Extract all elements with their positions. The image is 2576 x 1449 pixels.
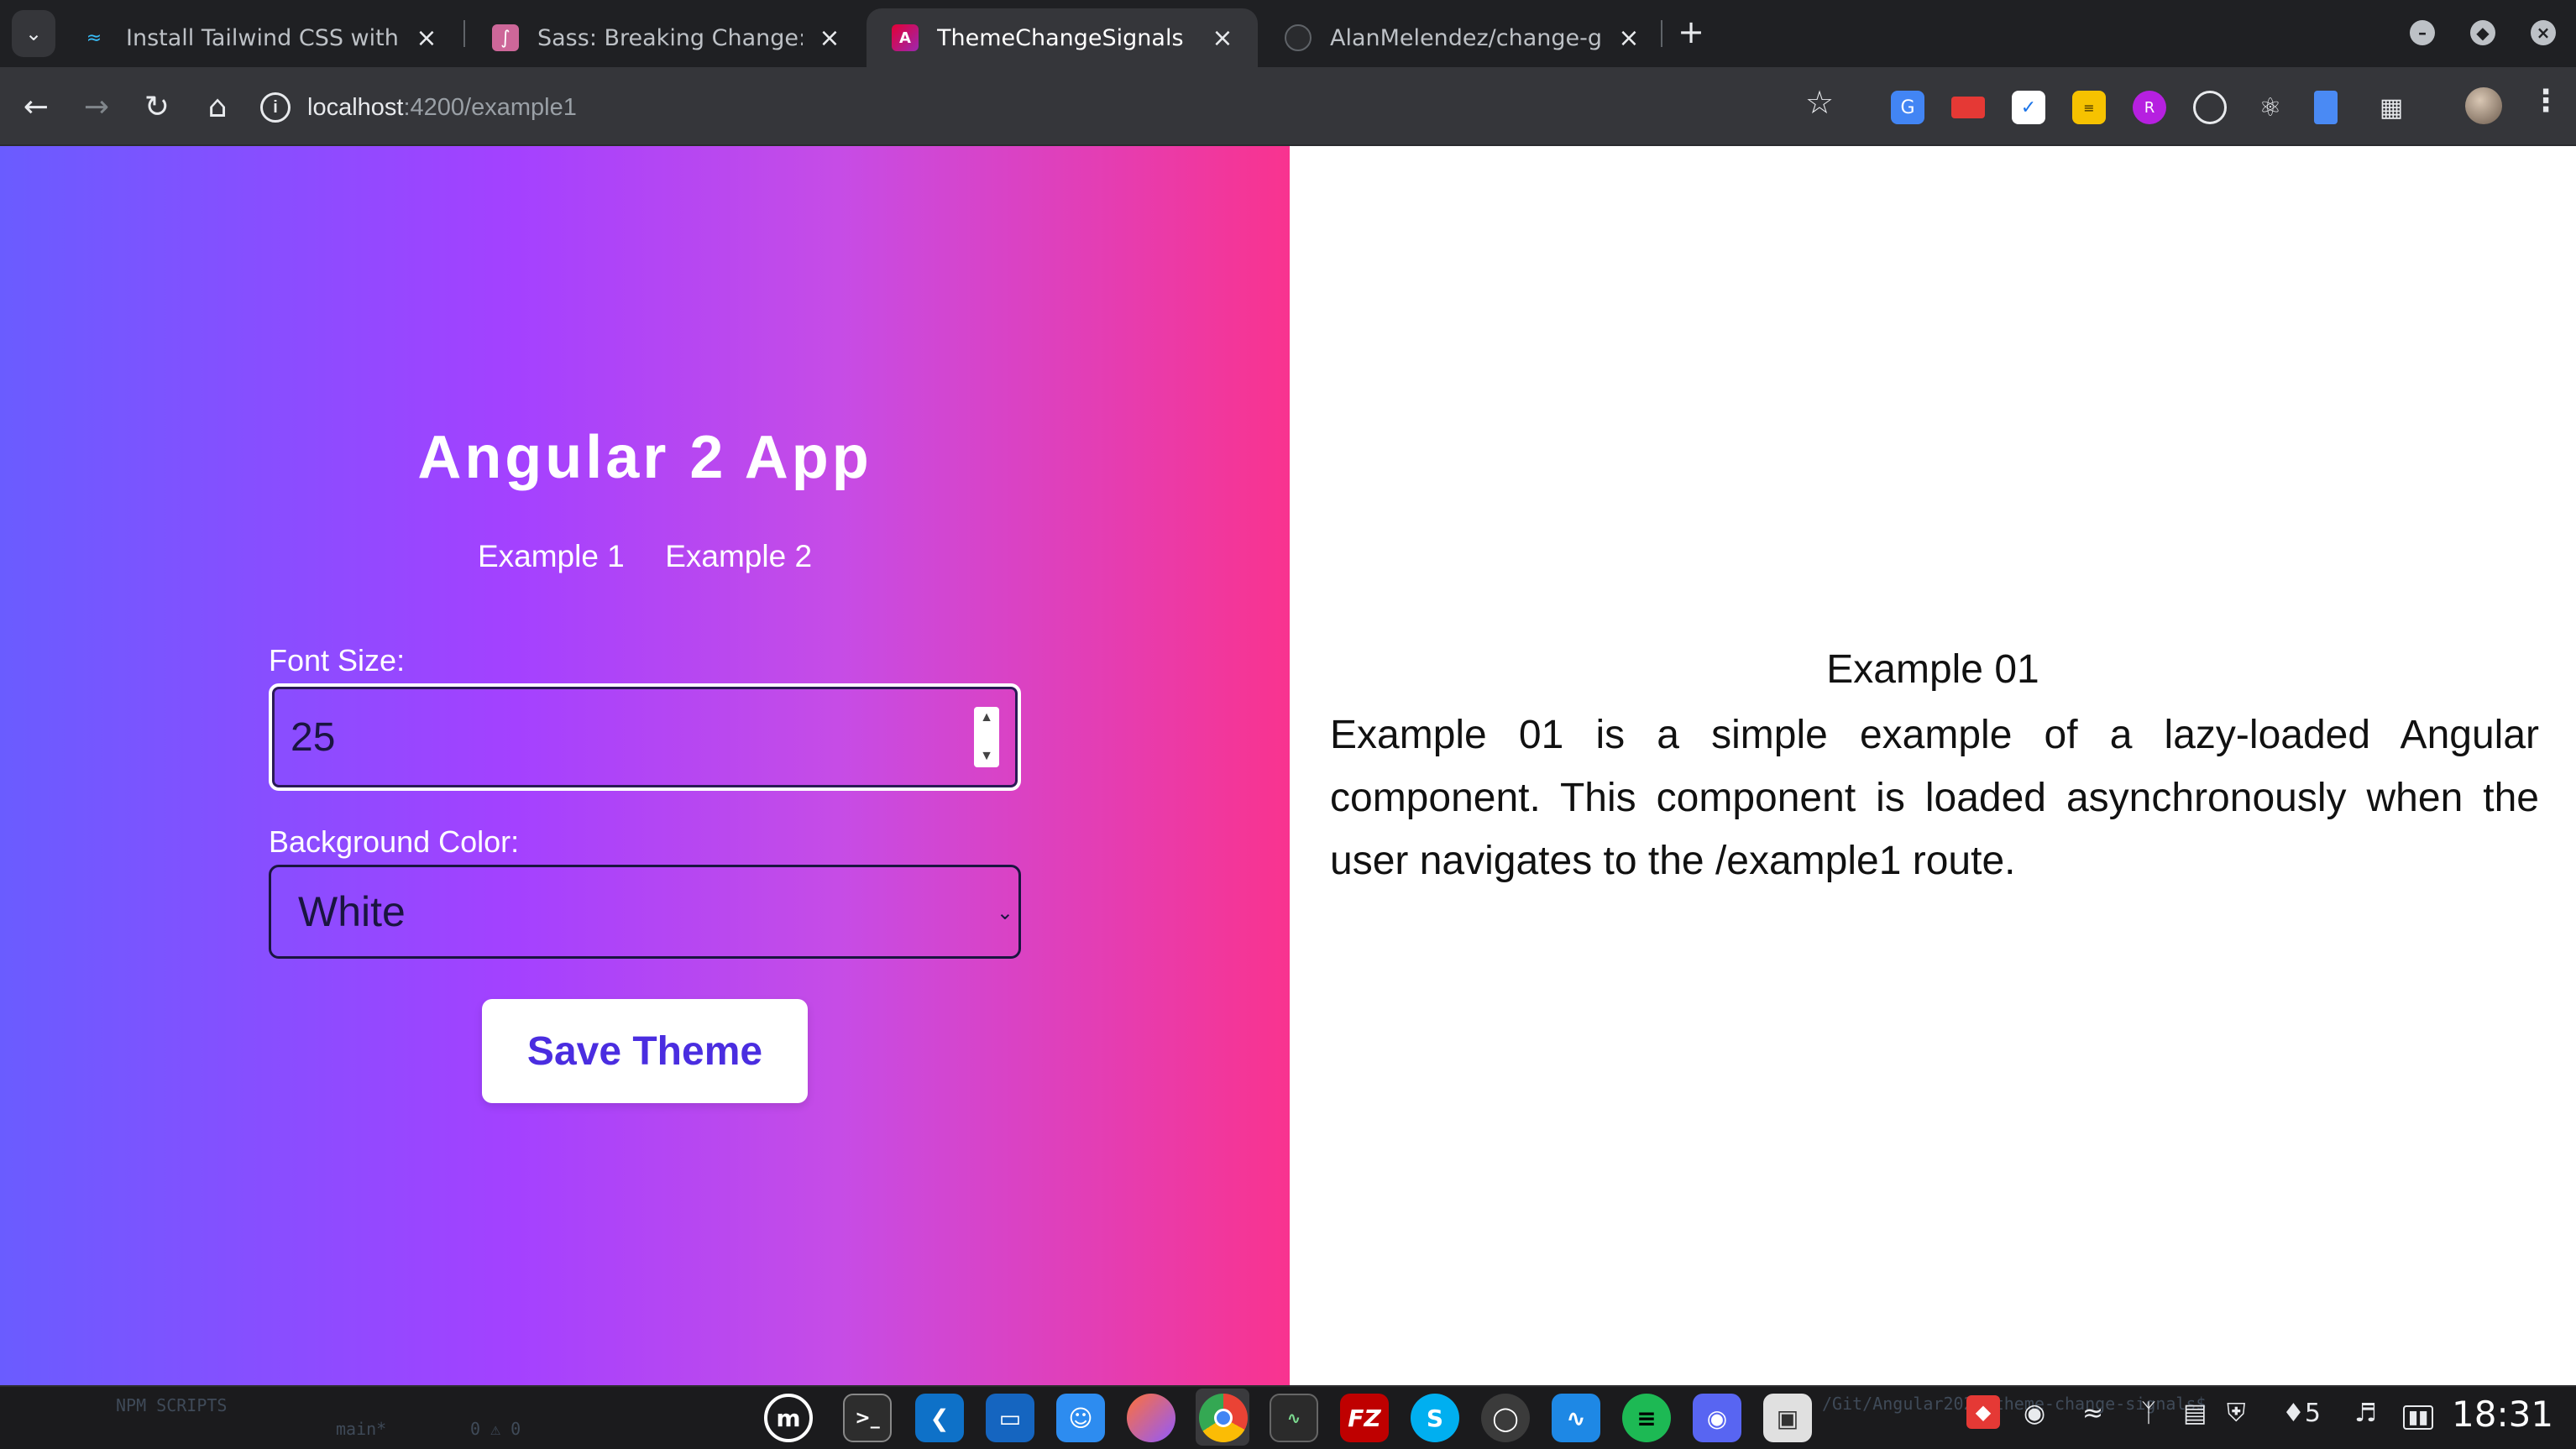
mailtrack-icon[interactable]: ✓ [2012, 91, 2045, 124]
url-host: localhost [307, 93, 404, 121]
github-icon [1285, 24, 1312, 51]
content-panel: Example 01 Example 01 is a simple exampl… [1290, 146, 2576, 1385]
azure-data-studio-icon[interactable]: ▭ [986, 1394, 1034, 1442]
reload-icon[interactable]: ↻ [136, 86, 178, 128]
font-size-value: 25 [291, 714, 336, 760]
ghost-branch: main* [336, 1419, 387, 1439]
anydesk-icon[interactable]: ◆ [1966, 1395, 2000, 1429]
number-spinner[interactable]: ▲ ▼ [974, 707, 999, 767]
save-theme-button[interactable]: Save Theme [482, 999, 808, 1103]
page-icon[interactable] [2314, 91, 2338, 124]
activity-icon[interactable]: ∿ [1552, 1394, 1600, 1442]
angular-icon: A [892, 24, 919, 51]
discord-tray-icon[interactable]: ◉ [2024, 1399, 2045, 1428]
forward-icon[interactable]: → [76, 86, 118, 128]
close-window-icon[interactable]: × [2531, 20, 2556, 45]
address-bar[interactable]: i localhost:4200/example1 [260, 82, 2007, 133]
tab-title: ThemeChangeSignals [937, 24, 1184, 51]
notifications-icon[interactable]: ♦5 [2282, 1399, 2321, 1428]
bookmark-star-icon[interactable]: ☆ [1805, 84, 1834, 121]
battery-icon[interactable]: ▮▮ [2403, 1405, 2434, 1430]
vscode-icon[interactable]: ❮ [915, 1394, 964, 1442]
tab-github[interactable]: AlanMelendez/change-globa × [1259, 8, 1664, 67]
cast-icon[interactable] [1951, 97, 1985, 118]
close-icon[interactable]: × [1209, 24, 1236, 53]
ghost-npm-scripts: NPM SCRIPTS [116, 1395, 228, 1415]
menu-kebab-icon[interactable]: ⋮ [2531, 84, 2561, 118]
tailwind-icon: ≈ [86, 27, 102, 49]
tab-sass[interactable]: ∫ Sass: Breaking Change: `@im × [467, 8, 865, 67]
skype-icon[interactable]: S [1411, 1394, 1459, 1442]
notification-count: 5 [2304, 1399, 2321, 1428]
tab-divider [1661, 20, 1662, 47]
sass-icon: ∫ [492, 24, 519, 51]
close-icon[interactable]: × [413, 24, 440, 53]
spin-down-icon[interactable]: ▼ [980, 749, 993, 764]
background-color-select[interactable]: White ⌄ [269, 865, 1021, 959]
browser-toolbar: ← → ↻ ⌂ i localhost:4200/example1 [0, 67, 2576, 146]
tab-title: AlanMelendez/change-globa [1330, 24, 1602, 51]
new-tab-button[interactable]: + [1673, 15, 1709, 52]
remmina-icon[interactable]: ◯ [1481, 1394, 1530, 1442]
react-devtools-icon[interactable]: ⚛ [2254, 91, 2287, 124]
home-icon[interactable]: ⌂ [196, 86, 238, 128]
url-path: :4200/example1 [403, 93, 577, 121]
page-title: Angular 2 App [417, 424, 872, 491]
clock[interactable]: 18:31 [2452, 1394, 2553, 1435]
target-icon[interactable] [2193, 91, 2227, 124]
maximize-icon[interactable]: ◆ [2470, 20, 2495, 45]
discord-icon[interactable]: ◉ [1693, 1394, 1741, 1442]
tab-strip: ⌄ ≈ Install Tailwind CSS with Ang × ∫ Sa… [0, 0, 2576, 67]
terminal-icon[interactable]: >_ [843, 1394, 892, 1442]
chrome-icon[interactable] [1199, 1394, 1248, 1442]
bluetooth-icon[interactable]: ᛉ [2141, 1399, 2156, 1428]
site-info-icon[interactable]: i [260, 92, 291, 123]
screenshot-icon[interactable]: ▣ [1763, 1394, 1812, 1442]
puzzle-icon[interactable]: ▦ [2374, 91, 2408, 124]
tab-title: Sass: Breaking Change: `@im [537, 24, 803, 51]
font-size-input[interactable]: 25 ▲ ▼ [269, 683, 1021, 791]
wappalyzer-icon[interactable]: ≡ [2072, 91, 2106, 124]
clipboard-icon[interactable]: ▤ [2183, 1399, 2207, 1428]
page-viewport: Angular 2 App Example 1 Example 2 Font S… [0, 146, 2576, 1385]
close-icon[interactable]: × [816, 24, 843, 53]
spotify-icon[interactable]: ≡ [1622, 1394, 1671, 1442]
filezilla-icon[interactable]: FZ [1340, 1394, 1389, 1442]
nav-link-example-1[interactable]: Example 1 [478, 539, 625, 573]
example-description: Example 01 is a simple example of a lazy… [1330, 713, 2539, 883]
app-nav: Example 1 Example 2 [0, 539, 1290, 574]
font-size-label: Font Size: [269, 643, 406, 677]
translate-icon[interactable]: G [1891, 91, 1924, 124]
tab-tailwind[interactable]: ≈ Install Tailwind CSS with Ang × [55, 8, 462, 67]
tab-themechangesignals[interactable]: A ThemeChangeSignals × [867, 8, 1258, 67]
theme-panel: Angular 2 App Example 1 Example 2 Font S… [0, 146, 1290, 1385]
chevron-down-icon: ⌄ [996, 902, 1013, 924]
spin-up-icon[interactable]: ▲ [980, 710, 993, 725]
tab-title: Install Tailwind CSS with Ang [126, 24, 400, 51]
mint-menu-icon[interactable]: m [764, 1394, 813, 1442]
selected-color: White [298, 888, 406, 935]
finder-icon[interactable]: ☺ [1056, 1394, 1105, 1442]
background-color-label: Background Color: [269, 824, 520, 859]
shield-icon[interactable]: ⛨ [2227, 1399, 2246, 1428]
minimize-icon[interactable]: – [2410, 20, 2435, 45]
example-heading: Example 01 [1826, 647, 2039, 692]
system-monitor-icon[interactable]: ∿ [1270, 1394, 1318, 1442]
chevron-down-icon: ⌄ [24, 22, 43, 45]
nav-link-example-2[interactable]: Example 2 [665, 539, 812, 573]
refined-icon[interactable]: R [2133, 91, 2166, 124]
ghost-counts: 0 ⚠ 0 [470, 1419, 521, 1439]
tab-divider [463, 20, 465, 47]
volume-icon[interactable]: ♬ [2354, 1399, 2377, 1428]
firefox-icon[interactable] [1127, 1394, 1175, 1442]
close-icon[interactable]: × [1615, 24, 1642, 53]
tab-search-button[interactable]: ⌄ [12, 10, 55, 57]
wifi-icon[interactable]: ≈ [2082, 1399, 2103, 1428]
back-icon[interactable]: ← [15, 86, 57, 128]
avatar[interactable] [2465, 87, 2502, 124]
